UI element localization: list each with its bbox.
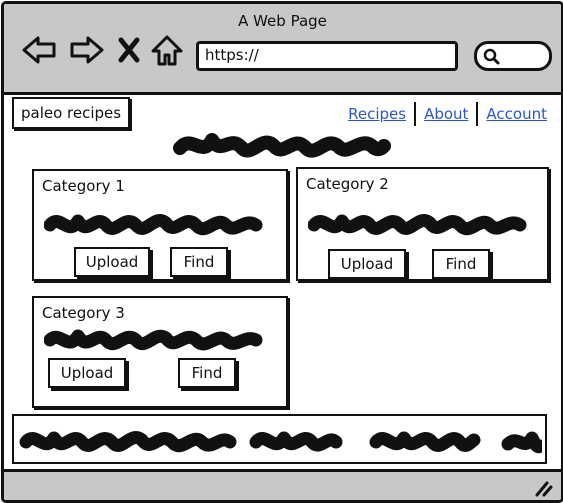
upload-button[interactable]: Upload (328, 249, 406, 279)
status-bar (4, 469, 561, 500)
description-scribble (44, 329, 263, 351)
close-x-icon[interactable] (116, 34, 142, 66)
upload-button[interactable]: Upload (48, 358, 126, 388)
forward-arrow-icon[interactable] (66, 34, 106, 66)
category-card-3: Category 3 Upload Find (32, 296, 288, 408)
heading-scribble (173, 133, 391, 158)
description-scribble (44, 214, 263, 236)
browser-chrome: A Web Page https:// (4, 4, 561, 95)
search-box[interactable] (474, 41, 552, 71)
footer-scribble (19, 431, 542, 454)
back-arrow-icon[interactable] (20, 34, 60, 66)
top-nav: Recipes About Account (340, 102, 555, 126)
category-card-1: Category 1 Upload Find (32, 169, 288, 281)
category-title: Category 2 (306, 175, 389, 193)
resize-grip-icon[interactable] (533, 479, 553, 497)
window-title: A Web Page (238, 12, 327, 30)
url-text[interactable]: https:// (205, 46, 259, 64)
category-title: Category 3 (42, 304, 125, 322)
url-bar[interactable]: https:// (196, 41, 458, 71)
find-button[interactable]: Find (178, 358, 236, 388)
description-scribble (308, 214, 527, 236)
upload-button[interactable]: Upload (74, 247, 150, 277)
site-logo[interactable]: paleo recipes (12, 97, 131, 129)
search-icon[interactable] (483, 48, 501, 66)
find-button[interactable]: Find (170, 247, 228, 277)
nav-link-account[interactable]: Account (478, 105, 555, 123)
browser-window: A Web Page https:// paleo recipes Recipe… (1, 1, 563, 503)
home-icon[interactable] (150, 34, 184, 68)
nav-link-about[interactable]: About (416, 105, 476, 123)
find-button[interactable]: Find (432, 249, 490, 279)
nav-link-recipes[interactable]: Recipes (340, 105, 414, 123)
category-card-2: Category 2 Upload Find (296, 167, 549, 281)
footer (12, 414, 547, 464)
category-title: Category 1 (42, 177, 125, 195)
